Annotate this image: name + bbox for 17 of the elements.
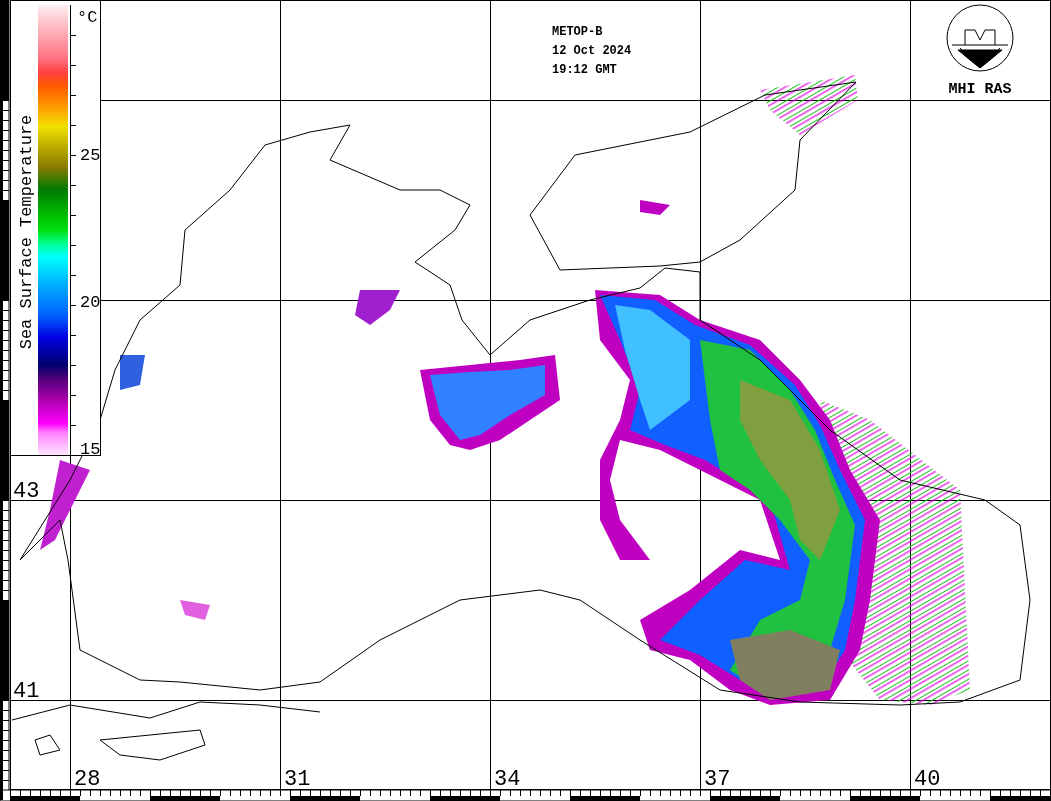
longitude-label: 31 bbox=[284, 767, 311, 792]
scale-value: 15 bbox=[80, 440, 101, 459]
longitude-label: 40 bbox=[914, 767, 941, 792]
latitude-label: 43 bbox=[13, 479, 40, 504]
logo-icon bbox=[946, 4, 1014, 72]
unit-label: °C bbox=[77, 8, 98, 27]
acquisition-time: 19:12 GMT bbox=[552, 63, 617, 77]
acquisition-date: 12 Oct 2024 bbox=[552, 44, 632, 58]
scale-value: 25 bbox=[80, 146, 101, 165]
latitude-label: 41 bbox=[13, 679, 40, 704]
satellite-name: METOP-B bbox=[552, 25, 603, 39]
longitude-label: 34 bbox=[494, 767, 521, 792]
logo-text: MHI RAS bbox=[948, 81, 1012, 98]
longitude-label: 28 bbox=[74, 767, 101, 792]
legend-title: Sea Surface Temperature bbox=[17, 114, 36, 350]
scale-value: 20 bbox=[80, 293, 101, 312]
longitude-label: 37 bbox=[704, 767, 731, 792]
